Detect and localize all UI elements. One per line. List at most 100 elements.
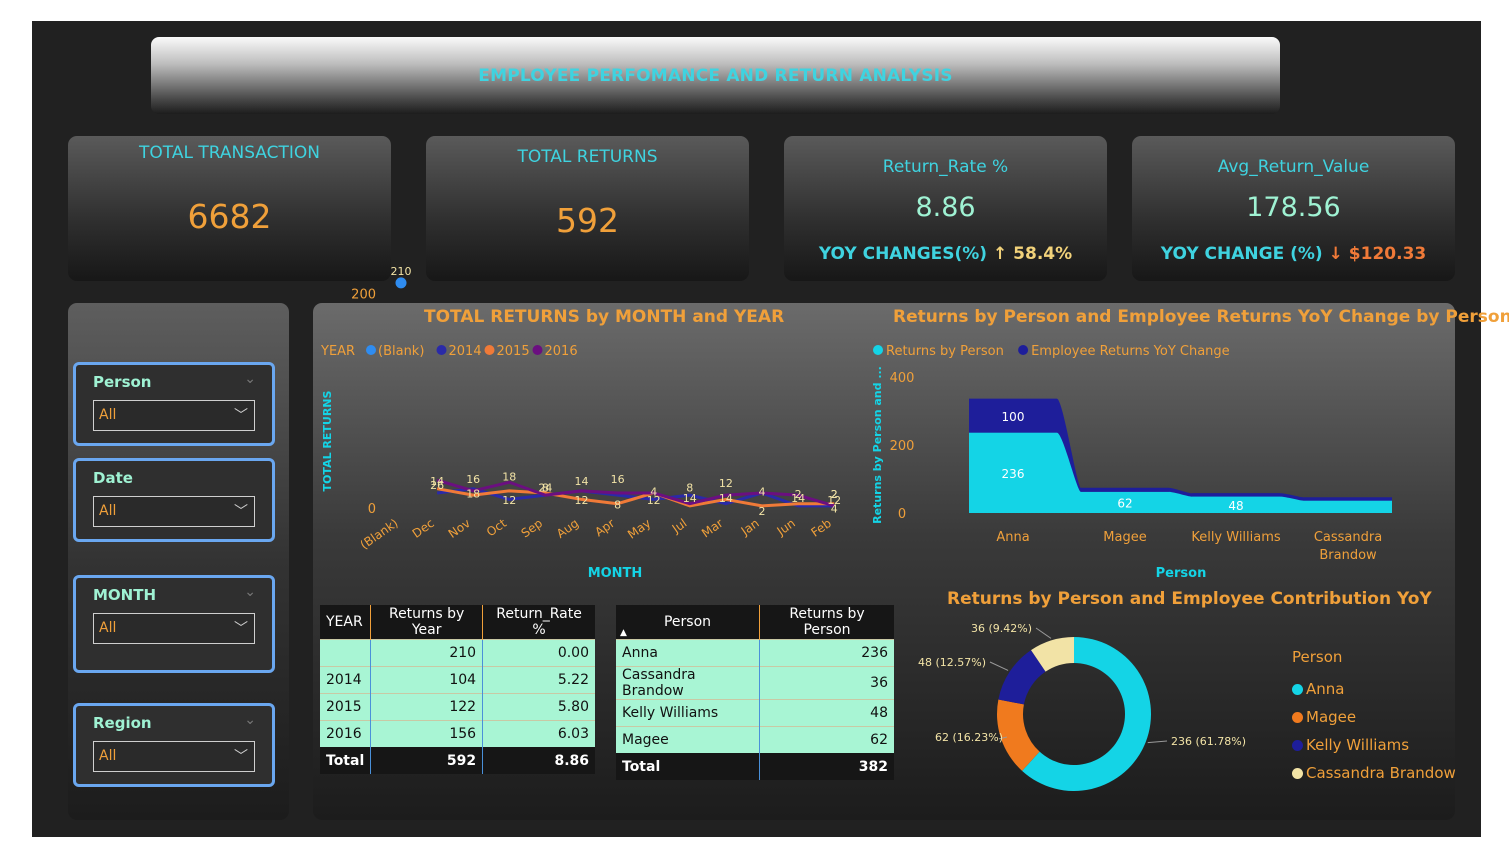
data-label: 2 bbox=[795, 488, 802, 501]
table-header-row: Person ▲ Returns by Person bbox=[616, 605, 894, 640]
table-header-row: YEAR Returns by Year Return_Rate % bbox=[320, 605, 595, 640]
data-label: 4 bbox=[759, 486, 766, 499]
table-cell: 36 bbox=[759, 666, 894, 700]
x-tick-label: Kelly Williams bbox=[1191, 530, 1281, 545]
legend-item[interactable]: Kelly Williams bbox=[1292, 731, 1456, 759]
table-cell bbox=[320, 639, 372, 667]
table-cell: 2014 bbox=[320, 666, 372, 694]
series-point bbox=[395, 277, 407, 289]
data-label: 16 bbox=[466, 473, 480, 486]
data-label: 18 bbox=[466, 488, 480, 501]
x-tick-label: Feb bbox=[808, 516, 833, 540]
x-tick-label: Jan bbox=[738, 516, 762, 539]
legend-swatch bbox=[1292, 767, 1303, 779]
slice-label: 236 (61.78%) bbox=[1171, 735, 1246, 748]
x-tick-label: Jul bbox=[669, 516, 690, 536]
sort-ascending-icon[interactable]: ▲ bbox=[620, 628, 627, 638]
leader-line bbox=[989, 661, 1009, 671]
legend-label: Cassandra Brandow bbox=[1306, 764, 1456, 782]
legend-swatch bbox=[484, 345, 495, 355]
legend-label: Kelly Williams bbox=[1306, 736, 1410, 754]
y-tick-label: 200 bbox=[890, 439, 915, 454]
y-tick-label: 200 bbox=[351, 288, 376, 303]
table-total-row: Total 382 bbox=[616, 753, 894, 780]
table-row: 2014 104 5.22 bbox=[320, 666, 595, 694]
data-label: 8 bbox=[542, 481, 549, 494]
column-header[interactable]: Return_Rate % bbox=[482, 605, 595, 640]
table-cell: 156 bbox=[370, 720, 484, 747]
yoy-change-bar bbox=[1081, 487, 1169, 492]
column-header[interactable]: Returns by Person bbox=[759, 605, 894, 640]
table-row: Magee 62 bbox=[616, 726, 894, 753]
table-row: Kelly Williams 48 bbox=[616, 699, 894, 727]
legend-swatch bbox=[436, 345, 447, 355]
slice-label: 36 (9.42%) bbox=[971, 622, 1032, 635]
table-total-row: Total 592 8.86 bbox=[320, 747, 595, 774]
data-label: 4 bbox=[650, 486, 657, 499]
leader-line bbox=[1035, 627, 1052, 639]
y-tick-label: 0 bbox=[898, 507, 906, 522]
returns-bar bbox=[1304, 500, 1392, 513]
legend-label: Employee Returns YoY Change bbox=[1031, 344, 1230, 359]
legend-label: 2015 bbox=[497, 344, 530, 359]
column-header-label: Person bbox=[663, 614, 712, 630]
table-cell: 382 bbox=[759, 753, 894, 780]
legend-item[interactable]: Anna bbox=[1292, 675, 1456, 703]
table-cell: 0.00 bbox=[482, 639, 595, 667]
x-tick-label: May bbox=[625, 516, 653, 542]
table-cell: 104 bbox=[370, 666, 484, 694]
legend-swatch bbox=[532, 345, 543, 355]
x-tick-label: Cassandra bbox=[1314, 530, 1382, 545]
legend-title: Person bbox=[1292, 648, 1343, 666]
table-row: Cassandra Brandow 36 bbox=[616, 666, 894, 700]
legend-swatch bbox=[366, 345, 376, 355]
table-cell: 592 bbox=[370, 747, 484, 774]
legend-swatch bbox=[1292, 739, 1303, 751]
data-label: 100 bbox=[1002, 410, 1025, 424]
slice-label: 62 (16.23%) bbox=[935, 731, 1003, 744]
data-label: 2 bbox=[831, 488, 838, 501]
table-cell: 8.86 bbox=[482, 747, 595, 774]
data-label: 12 bbox=[575, 494, 589, 507]
legend-item[interactable]: Magee bbox=[1292, 703, 1456, 731]
x-tick-label: (Blank) bbox=[358, 516, 401, 552]
table-cell: Anna bbox=[616, 639, 760, 667]
y-axis-label: TOTAL RETURNS bbox=[321, 390, 334, 491]
data-label: 14 bbox=[719, 492, 733, 505]
column-header[interactable]: Person ▲ bbox=[616, 605, 760, 640]
table-row: 2015 122 5.80 bbox=[320, 693, 595, 721]
column-header[interactable]: YEAR bbox=[320, 605, 372, 640]
table-cell: 236 bbox=[759, 639, 894, 667]
yoy-change-bar bbox=[1304, 497, 1392, 501]
x-tick-label: Apr bbox=[592, 516, 617, 539]
x-tick-label: Anna bbox=[996, 530, 1029, 545]
slice-label: 48 (12.57%) bbox=[918, 656, 986, 669]
x-tick-label: Mar bbox=[699, 516, 726, 540]
x-tick-label: Magee bbox=[1103, 530, 1146, 545]
data-label: 8 bbox=[686, 481, 693, 494]
table-row: 2016 156 6.03 bbox=[320, 720, 595, 747]
data-label: 14 bbox=[575, 475, 589, 488]
x-tick-label: Aug bbox=[554, 516, 581, 541]
table-cell: 62 bbox=[759, 726, 894, 753]
table-cell: 5.22 bbox=[482, 666, 595, 694]
table-cell: 48 bbox=[759, 699, 894, 727]
table-cell: 5.80 bbox=[482, 693, 595, 721]
x-axis-label: Person bbox=[1156, 566, 1207, 581]
legend-label: (Blank) bbox=[378, 344, 424, 359]
data-label: 236 bbox=[1002, 467, 1025, 481]
data-label: 2 bbox=[759, 505, 766, 518]
data-label: 18 bbox=[502, 471, 516, 484]
yoy-change-bar bbox=[1192, 493, 1280, 497]
legend-swatch bbox=[1018, 345, 1029, 355]
x-tick-label: Brandow bbox=[1319, 548, 1377, 563]
column-header[interactable]: Returns by Year bbox=[370, 605, 484, 640]
table-cell: 2015 bbox=[320, 693, 372, 721]
table-cell: Kelly Williams bbox=[616, 699, 760, 727]
legend-label: 2014 bbox=[449, 344, 482, 359]
data-label: 14 bbox=[430, 475, 444, 488]
legend-item[interactable]: Cassandra Brandow bbox=[1292, 759, 1456, 787]
legend-label: Returns by Person bbox=[886, 344, 1004, 359]
table-cell: Magee bbox=[616, 726, 760, 753]
data-label: 48 bbox=[1228, 499, 1243, 513]
